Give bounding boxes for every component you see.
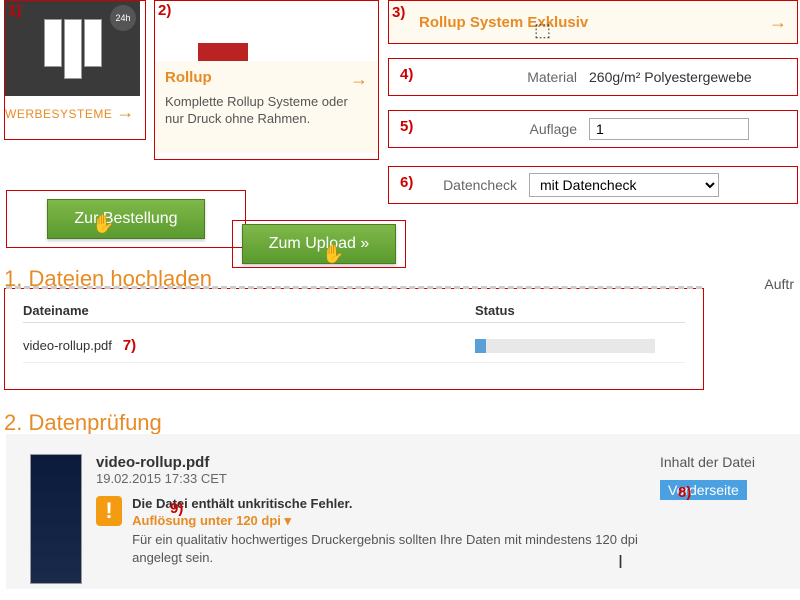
material-label: Material (409, 69, 589, 85)
file-preview[interactable] (30, 454, 82, 584)
badge-24h: 24h (110, 5, 136, 31)
datencheck-label: Datencheck (409, 177, 529, 193)
step-5: 5) (400, 118, 413, 135)
col-filename: Dateiname (23, 303, 475, 318)
chevron-down-icon: ▾ (285, 513, 292, 528)
auflage-label: Auflage (409, 121, 589, 137)
arrow-right-icon: → (769, 12, 787, 33)
cursor-icon: ⬚ (534, 20, 551, 41)
file-row: video-rollup.pdf 7) (23, 323, 685, 363)
warning-icon: ! (96, 496, 122, 526)
arrow-right-icon: → (350, 69, 368, 90)
text-cursor-icon: I (618, 552, 623, 573)
upload-button[interactable]: Zum Upload » (242, 224, 397, 264)
step-1: 1) (8, 2, 21, 19)
file-name: video-rollup.pdf (23, 338, 112, 353)
upload-progress (475, 339, 655, 353)
step-8: 8) (678, 484, 691, 501)
warn-subtitle[interactable]: Auflösung unter 120 dpi ▾ (132, 513, 646, 529)
step-4: 4) (400, 66, 413, 83)
rollup-thumb[interactable] (155, 1, 290, 61)
inhalt-label: Inhalt der Datei (660, 454, 780, 470)
datencheck-select[interactable]: mit Datencheck (529, 173, 719, 197)
warn-desc: Für ein qualitativ hochwertiges Druckerg… (132, 531, 646, 567)
step-3: 3) (392, 4, 405, 21)
werbesysteme-thumb[interactable]: 24h (5, 1, 140, 96)
step-7: 7) (123, 337, 136, 354)
step-2: 2) (158, 2, 171, 19)
auflage-input[interactable] (589, 118, 749, 140)
cursor-icon: ✋ (92, 214, 114, 235)
order-button[interactable]: Zur Bestellung (47, 199, 204, 239)
step-9: 9) (170, 500, 183, 517)
material-value: 260g/m² Polyestergewebe (589, 69, 797, 85)
cursor-icon: ✋ (322, 244, 344, 265)
check-filedate: 19.02.2015 17:33 CET (96, 471, 646, 486)
warn-title: Die Datei enthält unkritische Fehler. (132, 496, 646, 511)
col-status: Status (475, 303, 685, 318)
rollup-exklusiv-title[interactable]: Rollup System Exklusiv (419, 14, 588, 31)
rollup-desc: Komplette Rollup Systeme oder nur Druck … (165, 94, 368, 128)
section-check-title: 2. Datenprüfung (4, 410, 162, 436)
werbesysteme-link[interactable]: WERBESYSTEME → (5, 96, 145, 129)
arrow-right-icon: → (116, 102, 135, 122)
step-6: 6) (400, 174, 413, 191)
check-filename: video-rollup.pdf (96, 454, 646, 471)
auftr-label: Auftr (764, 276, 794, 292)
rollup-title[interactable]: Rollup (165, 69, 212, 90)
vorderseite-tag[interactable]: Vorderseite (660, 480, 747, 500)
